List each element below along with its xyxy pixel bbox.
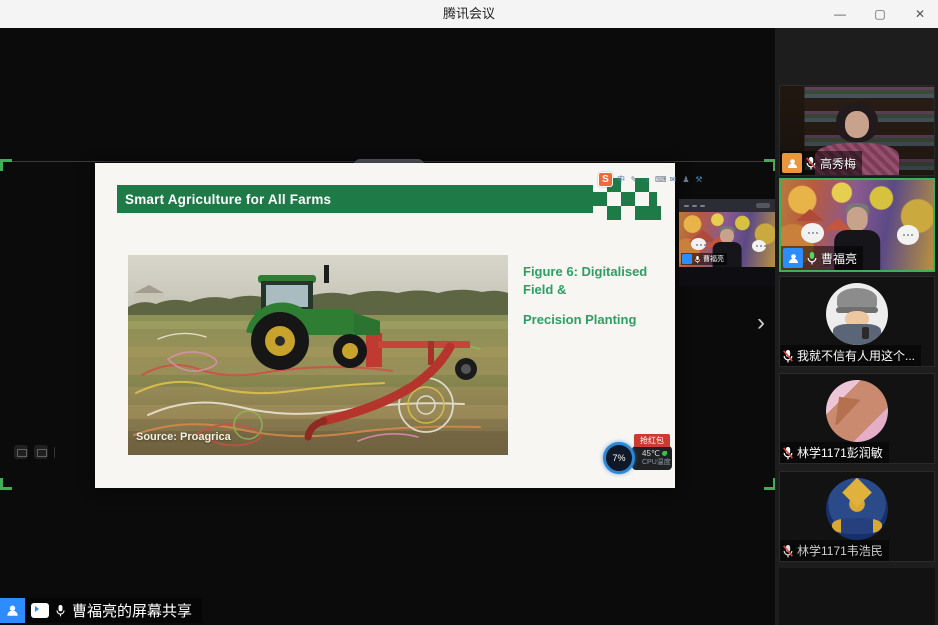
participant-name-tag: 林学1171彭润敏 <box>780 442 889 463</box>
capture-corner-bottom-right <box>764 478 775 490</box>
shared-app-toolbar-icons <box>14 445 55 459</box>
participant-name-tag: 高秀梅 <box>780 151 862 175</box>
close-button[interactable]: ✕ <box>912 6 928 22</box>
participant-name: 林学1171韦浩民 <box>797 542 883 559</box>
mic-muted-icon <box>805 156 817 170</box>
titlebar: 腾讯会议 — ▢ ✕ <box>0 0 938 29</box>
screen-share-indicator: 曹福亮的屏幕共享 <box>0 598 202 623</box>
window-title: 腾讯会议 <box>0 0 938 28</box>
slide-title-banner: Smart Agriculture for All Farms <box>117 185 617 213</box>
sidebar-collapse-chevron[interactable]: › <box>757 311 765 335</box>
participant-tile[interactable]: 林学1171彭润敏 <box>779 373 935 464</box>
input-lang-icon: 中 <box>616 175 626 185</box>
capture-corner-bottom-left <box>0 478 12 490</box>
cpu-usage-gauge: 7% <box>603 442 635 474</box>
participant-name-tag: 我就不信有人用这个... <box>780 345 921 366</box>
share-indicator-text: 曹福亮的屏幕共享 <box>72 600 192 621</box>
host-badge-icon <box>682 254 692 264</box>
participant-tile[interactable]: 高秀梅 <box>779 85 935 176</box>
slide-title: Smart Agriculture for All Farms <box>117 192 331 207</box>
host-badge-icon <box>783 248 803 268</box>
avatar <box>826 380 888 442</box>
mic-on-icon <box>55 604 66 617</box>
window-controls: — ▢ ✕ <box>832 0 928 28</box>
field-photo-art <box>128 255 508 455</box>
participant-tile[interactable]: 我就不信有人用这个... <box>779 276 935 367</box>
mic-muted-icon <box>782 544 794 558</box>
wrench-icon: ⚒ <box>694 175 704 185</box>
embedded-name-tag: 曹福亮 <box>681 253 727 265</box>
participant-name: 林学1171彭润敏 <box>797 444 883 461</box>
tencent-meeting-window: 腾讯会议 — ▢ ✕ Smart Agriculture for All Far… <box>0 0 938 625</box>
participant-tile[interactable]: 林学1171韦浩民 <box>779 471 935 562</box>
sogou-logo-icon: S <box>598 172 613 187</box>
avatar <box>826 283 888 345</box>
figure-caption-line1: Figure 6: Digitalised Field & <box>523 263 673 299</box>
screen-share-icon <box>31 603 49 618</box>
embedded-video: 曹福亮 <box>679 212 775 267</box>
cpu-temp-label: CPU温度 <box>642 459 670 467</box>
mic-on-icon <box>694 255 701 264</box>
mic-muted-icon <box>782 446 794 460</box>
participant-tile[interactable]: 曹福亮 <box>779 178 935 272</box>
photo-source-caption: Source: Proagrica <box>136 431 231 443</box>
embedded-thumbnail-header <box>679 199 775 212</box>
sogou-input-toolbar: S 中 ✎ ♪ ⌨ ✉ ♟ ⚒ <box>598 172 704 187</box>
figure-caption-line2: Precision Planting <box>523 311 673 329</box>
cpu-temperature: 45℃ <box>642 450 660 458</box>
member-badge-icon <box>0 598 25 623</box>
mic-on-icon <box>806 251 818 265</box>
embedded-participant-name: 曹福亮 <box>703 254 724 264</box>
minimize-button[interactable]: — <box>832 6 848 22</box>
mic-muted-icon <box>782 349 794 363</box>
presentation-slide: Smart Agriculture for All Farms S 中 ✎ ♪ … <box>95 163 675 488</box>
figure-caption: Figure 6: Digitalised Field & Precision … <box>523 263 673 329</box>
field-photo: Source: Proagrica <box>128 255 508 455</box>
temp-monitor-panel: 45℃ CPU温度 <box>632 446 672 470</box>
participant-name: 曹福亮 <box>821 250 857 267</box>
avatar <box>826 478 888 540</box>
mic-tool-icon: ♪ <box>642 175 652 185</box>
capture-corner-top-right <box>764 159 775 171</box>
participant-name-tag: 曹福亮 <box>781 246 863 270</box>
keyboard-icon: ⌨ <box>655 175 665 185</box>
participant-name-tag: 林学1171韦浩民 <box>780 540 889 561</box>
shared-screen-stage: Smart Agriculture for All Farms S 中 ✎ ♪ … <box>0 28 775 625</box>
image-tool-icon <box>34 445 48 459</box>
capture-corner-top-left <box>0 159 12 171</box>
embedded-meeting-thumbnail: 曹福亮 <box>679 199 775 286</box>
leaf-icon <box>662 451 667 456</box>
participant-name: 我就不信有人用这个... <box>797 347 915 364</box>
mail-icon: ✉ <box>668 175 678 185</box>
pen-icon: ✎ <box>629 175 639 185</box>
divider <box>54 447 55 458</box>
printer-icon <box>14 445 28 459</box>
promo-badge: 抢红包 <box>634 434 670 447</box>
person-tool-icon: ♟ <box>681 175 691 185</box>
cohost-badge-icon <box>782 153 802 173</box>
participant-name: 高秀梅 <box>820 155 856 172</box>
participants-sidebar: 高秀梅 曹福亮 <box>775 28 938 625</box>
banner-checker-square <box>647 206 661 220</box>
share-indicator-bar: 曹福亮的屏幕共享 <box>25 598 202 623</box>
maximize-button[interactable]: ▢ <box>872 6 888 22</box>
participant-tile-partial <box>779 568 935 625</box>
